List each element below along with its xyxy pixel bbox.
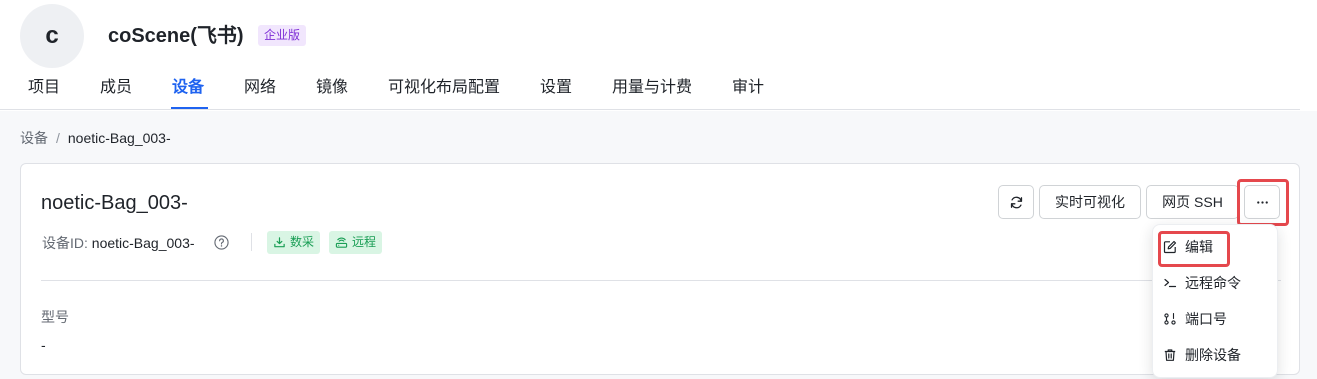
refresh-button[interactable] bbox=[998, 185, 1034, 219]
vertical-divider bbox=[251, 233, 252, 251]
port-icon bbox=[1164, 312, 1176, 325]
model-field-label: 型号 bbox=[41, 309, 69, 325]
trash-icon bbox=[1164, 349, 1176, 361]
tag-label: 数采 bbox=[290, 235, 315, 249]
org-avatar: c bbox=[20, 4, 84, 68]
tag-label: 远程 bbox=[352, 235, 377, 249]
edit-icon bbox=[1163, 240, 1177, 254]
more-actions-menu: 编辑 远程命令 端口号 删除设备 bbox=[1152, 224, 1278, 378]
menu-item-label: 端口号 bbox=[1185, 311, 1227, 327]
main-content: 设备 / noetic-Bag_003- noetic-Bag_003- 设备ID:… bbox=[0, 111, 1317, 379]
device-id: 设备ID: noetic-Bag_003- bbox=[42, 234, 195, 252]
menu-item-label: 远程命令 bbox=[1185, 275, 1241, 291]
web-ssh-button[interactable]: 网页 SSH bbox=[1146, 185, 1239, 219]
terminal-icon bbox=[1164, 278, 1177, 288]
tab-usage-billing[interactable]: 用量与计费 bbox=[612, 78, 692, 98]
help-circle-icon[interactable] bbox=[214, 235, 229, 250]
active-tab-indicator bbox=[171, 107, 208, 109]
tag-data-collection: 数采 bbox=[267, 231, 321, 254]
menu-item-delete-device[interactable]: 删除设备 bbox=[1163, 343, 1241, 367]
menu-item-edit[interactable]: 编辑 bbox=[1163, 235, 1213, 259]
tab-members[interactable]: 成员 bbox=[100, 78, 132, 98]
tab-images[interactable]: 镜像 bbox=[316, 78, 348, 98]
horizontal-divider bbox=[41, 280, 1281, 281]
breadcrumb: 设备 / noetic-Bag_003- bbox=[20, 129, 171, 147]
remote-router-icon bbox=[335, 237, 348, 248]
tab-devices[interactable]: 设备 bbox=[172, 78, 204, 98]
device-card: noetic-Bag_003- 设备ID: noetic-Bag_003- 数采… bbox=[20, 163, 1300, 375]
device-id-value: noetic-Bag_003- bbox=[91, 235, 195, 251]
menu-item-remote-command[interactable]: 远程命令 bbox=[1163, 271, 1241, 295]
menu-item-label: 编辑 bbox=[1185, 239, 1213, 255]
org-tabs: 项目 成员 设备 网络 镜像 可视化布局配置 设置 用量与计费 审计 bbox=[0, 72, 1300, 110]
tab-projects[interactable]: 项目 bbox=[28, 78, 60, 98]
refresh-icon bbox=[1010, 196, 1022, 208]
tab-viz-layout[interactable]: 可视化布局配置 bbox=[388, 78, 500, 98]
download-tray-icon bbox=[274, 237, 285, 248]
menu-item-port[interactable]: 端口号 bbox=[1163, 307, 1227, 331]
breadcrumb-devices-link[interactable]: 设备 bbox=[20, 130, 48, 146]
menu-item-label: 删除设备 bbox=[1185, 347, 1241, 363]
tab-settings[interactable]: 设置 bbox=[540, 78, 572, 98]
realtime-visualization-button[interactable]: 实时可视化 bbox=[1039, 185, 1141, 219]
more-button-highlight bbox=[1237, 179, 1289, 226]
tag-remote: 远程 bbox=[329, 231, 383, 254]
breadcrumb-current: noetic-Bag_003- bbox=[67, 130, 171, 146]
device-title: noetic-Bag_003- bbox=[41, 192, 188, 214]
org-name: coScene(飞书) bbox=[108, 25, 244, 47]
tab-network[interactable]: 网络 bbox=[244, 78, 276, 98]
model-field-value: - bbox=[41, 337, 46, 353]
device-id-label: 设备ID: bbox=[42, 235, 92, 251]
edition-badge: 企业版 bbox=[258, 25, 307, 46]
tab-audit[interactable]: 审计 bbox=[732, 78, 764, 98]
breadcrumb-separator: / bbox=[56, 130, 60, 146]
org-header: c coScene(飞书) 企业版 项目 成员 设备 网络 镜像 可视化布局配置… bbox=[0, 0, 1317, 110]
